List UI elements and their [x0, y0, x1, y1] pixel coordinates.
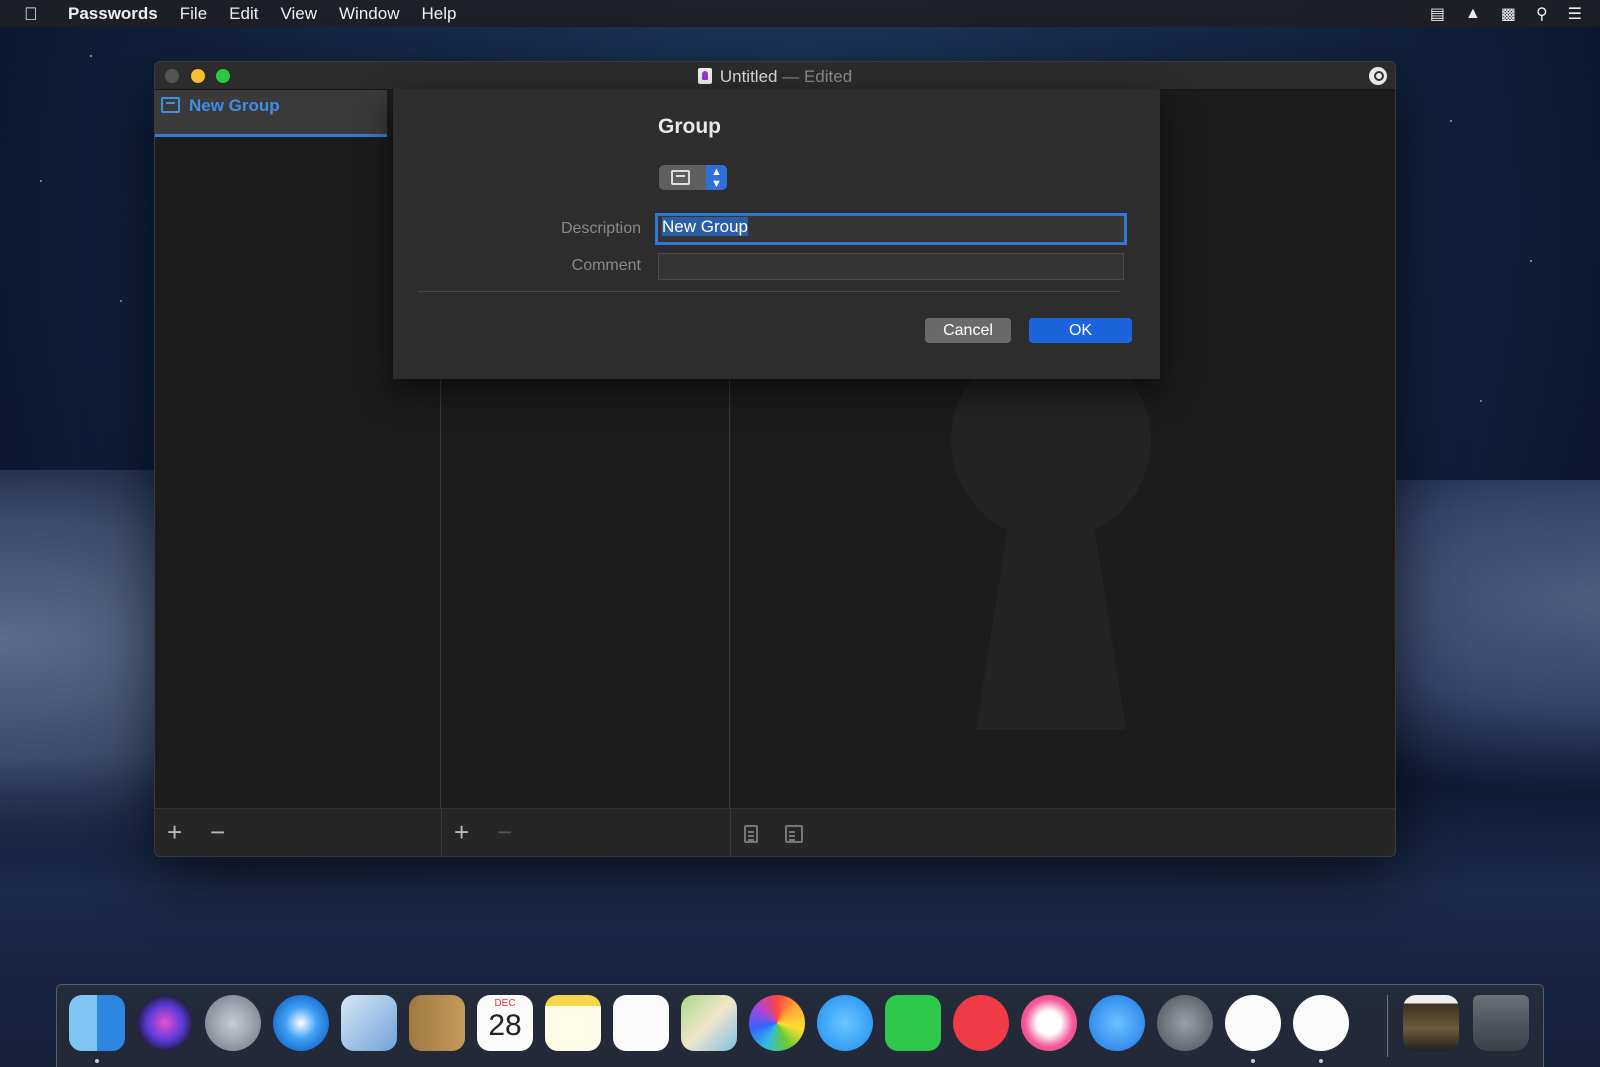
sheet-title: Group — [658, 115, 721, 138]
sidebar-item-new-group[interactable]: New Group — [155, 90, 387, 137]
description-value: New Group — [662, 217, 748, 236]
dock: DEC 28 — [56, 984, 1544, 1067]
apple-icon[interactable]:  — [24, 4, 42, 24]
running-indicator — [1251, 1059, 1255, 1063]
spotlight-icon[interactable]: ⚲ — [1536, 4, 1548, 24]
wallpaper-star — [1530, 260, 1532, 262]
wallpaper-star — [120, 300, 122, 302]
trash-icon[interactable] — [1473, 995, 1529, 1051]
dock-separator — [1387, 995, 1388, 1057]
mail-icon[interactable] — [341, 995, 397, 1051]
menu-help[interactable]: Help — [421, 4, 456, 24]
document-icon — [697, 68, 712, 84]
calendar-month: DEC — [494, 998, 516, 1009]
window-title-text: Untitled — [719, 67, 778, 86]
menu-window[interactable]: Window — [339, 4, 399, 24]
menu-app-name[interactable]: Passwords — [68, 4, 158, 24]
running-indicator — [1319, 1059, 1323, 1063]
group-sheet: Group ▲ ▼ Description New Group Comment C… — [393, 89, 1160, 379]
news-icon[interactable] — [953, 995, 1009, 1051]
itunes-icon[interactable] — [1021, 995, 1077, 1051]
facetime-icon[interactable] — [885, 995, 941, 1051]
reminders-icon[interactable] — [613, 995, 669, 1051]
launchpad-icon[interactable] — [205, 995, 261, 1051]
menu-edit[interactable]: Edit — [229, 4, 258, 24]
wallpaper-star — [1450, 120, 1452, 122]
group-icon-popup[interactable]: ▲ ▼ — [659, 165, 727, 190]
messages-icon[interactable] — [817, 995, 873, 1051]
menu-file[interactable]: File — [180, 4, 207, 24]
calendar-day: 28 — [488, 1009, 522, 1042]
title-bar[interactable]: Untitled — Edited — [155, 62, 1395, 90]
running-indicator — [95, 1059, 99, 1063]
maps-icon[interactable] — [681, 995, 737, 1051]
archive-box-icon — [671, 170, 690, 185]
comment-label: Comment — [571, 257, 641, 274]
keyhole-placeholder-icon — [951, 340, 1151, 730]
display-icon[interactable]: ▩ — [1501, 4, 1516, 24]
app-store-icon[interactable] — [1089, 995, 1145, 1051]
list-icon[interactable]: ☰ — [1568, 4, 1582, 24]
wallpaper-star — [1480, 400, 1482, 402]
sidebar-item-label: New Group — [189, 96, 280, 115]
description-label: Description — [560, 220, 641, 237]
toolbar-divider — [441, 809, 442, 856]
sheet-divider — [418, 291, 1120, 292]
ok-button[interactable]: OK — [1029, 318, 1132, 343]
chevron-up-down-icon: ▲ ▼ — [706, 165, 727, 190]
calendar-icon[interactable]: DEC 28 — [477, 995, 533, 1051]
add-group-button[interactable]: + — [167, 819, 182, 845]
finder-icon[interactable] — [69, 995, 125, 1051]
window-title: Untitled — Edited — [155, 67, 1395, 87]
remove-group-button[interactable]: − — [210, 819, 225, 845]
passwords-app-icon[interactable] — [1293, 995, 1349, 1051]
bottom-toolbar: + − + − — [155, 808, 1395, 856]
pencil-app-icon[interactable] — [1225, 995, 1281, 1051]
safari-icon[interactable] — [273, 995, 329, 1051]
description-field[interactable]: New Group — [655, 213, 1127, 245]
siri-icon[interactable] — [137, 995, 193, 1051]
clipboard-icon[interactable] — [744, 825, 758, 843]
notes-icon[interactable] — [545, 995, 601, 1051]
airplay-icon[interactable]: ▲ — [1465, 5, 1481, 23]
contacts-icon[interactable] — [409, 995, 465, 1051]
menu-view[interactable]: View — [280, 4, 317, 24]
details-list-icon[interactable] — [785, 825, 803, 843]
window-title-edited: — Edited — [782, 67, 853, 86]
archive-box-icon — [161, 97, 180, 113]
comment-field[interactable] — [658, 253, 1124, 280]
menu-status-area: ▤ ▲ ▩ ⚲ ☰ — [1430, 0, 1582, 27]
wallpaper-star — [40, 180, 42, 182]
photo-stack-icon[interactable] — [1403, 995, 1459, 1051]
add-entry-button[interactable]: + — [454, 819, 469, 845]
toolbar-divider — [730, 809, 731, 856]
remove-entry-button[interactable]: − — [497, 819, 512, 845]
wallpaper-star — [90, 55, 92, 57]
menu-bar:  Passwords File Edit View Window Help ▤… — [0, 0, 1600, 27]
notifications-icon[interactable]: ▤ — [1430, 4, 1445, 24]
search-icon[interactable] — [1369, 67, 1387, 85]
system-preferences-icon[interactable] — [1157, 995, 1213, 1051]
cancel-button[interactable]: Cancel — [925, 318, 1011, 343]
photos-icon[interactable] — [749, 995, 805, 1051]
